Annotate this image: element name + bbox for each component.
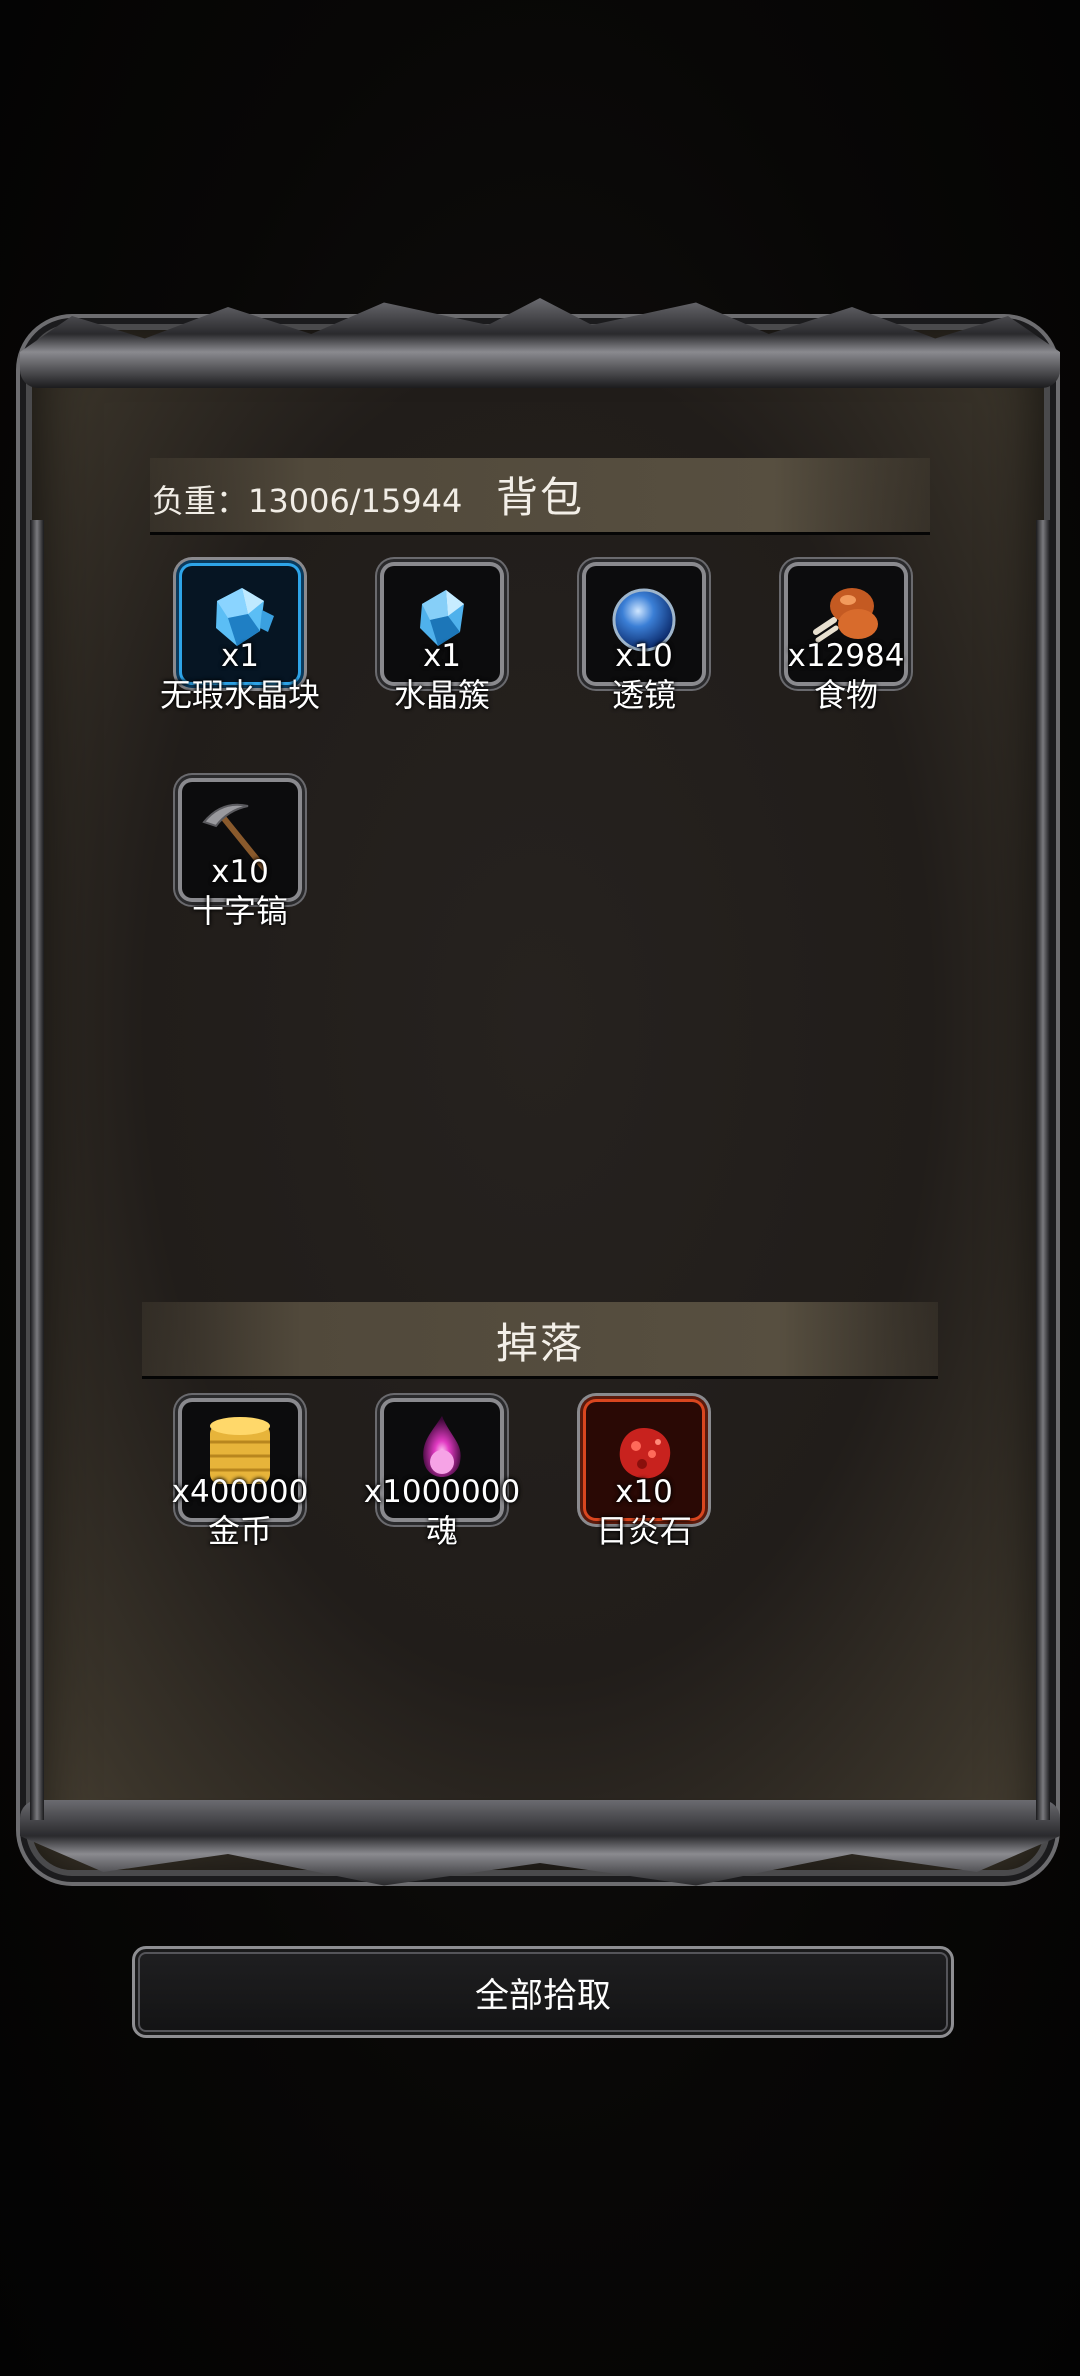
frame-left-edge xyxy=(30,520,44,1820)
item-name: 日炎石 xyxy=(595,1512,692,1550)
item-quantity: x1000000 xyxy=(363,1474,521,1510)
bag-item-crystal-cluster[interactable]: x1 水晶簇 xyxy=(334,566,534,716)
ornate-frame-top xyxy=(20,298,1060,388)
bag-item-flawless-crystal[interactable]: x1 无瑕水晶块 xyxy=(132,566,332,716)
item-slot: x400000 xyxy=(172,1402,308,1518)
item-quantity: x12984 xyxy=(787,638,905,674)
item-name: 魂 xyxy=(425,1512,458,1550)
item-slot: x1000000 xyxy=(364,1402,520,1518)
bag-item-food[interactable]: x12984 食物 xyxy=(738,566,938,716)
item-slot: x1 xyxy=(384,566,500,682)
item-slot: x1 xyxy=(182,566,298,682)
item-quantity: x1 xyxy=(422,638,462,674)
item-name: 食物 xyxy=(813,676,878,714)
item-name: 透镜 xyxy=(611,676,676,714)
pickup-all-button[interactable]: 全部拾取 xyxy=(132,1946,954,2038)
loot-screen: 负重：13006/15944 背包 x1 无瑕水晶块 x1 水晶簇 x10 透镜… xyxy=(0,0,1080,2376)
drop-item-soul[interactable]: x1000000 魂 xyxy=(334,1402,534,1552)
item-name: 十字镐 xyxy=(191,892,288,930)
drop-title: 掉落 xyxy=(496,1319,585,1368)
item-quantity: x10 xyxy=(211,854,269,890)
item-quantity: x10 xyxy=(615,638,673,674)
drop-item-sunfire-stone[interactable]: x10 日炎石 xyxy=(536,1402,736,1552)
item-slot: x10 xyxy=(182,782,298,898)
bag-title: 背包 xyxy=(496,473,585,522)
item-quantity: x400000 xyxy=(171,1474,309,1510)
item-name: 金币 xyxy=(207,1512,272,1550)
item-slot: x10 xyxy=(586,1402,702,1518)
bag-item-pickaxe[interactable]: x10 十字镐 xyxy=(132,782,332,932)
item-quantity: x10 xyxy=(615,1474,673,1510)
item-name: 无瑕水晶块 xyxy=(159,676,320,714)
item-slot: x10 xyxy=(586,566,702,682)
item-quantity: x1 xyxy=(220,638,260,674)
item-slot: x12984 xyxy=(788,566,904,682)
weight-label: 负重：13006/15944 xyxy=(152,482,463,520)
bag-item-lens[interactable]: x10 透镜 xyxy=(536,566,736,716)
frame-right-edge xyxy=(1036,520,1050,1820)
drop-item-gold[interactable]: x400000 金币 xyxy=(132,1402,332,1552)
item-name: 水晶簇 xyxy=(393,676,490,714)
inventory-panel xyxy=(32,330,1044,1870)
ornate-frame-bottom xyxy=(20,1800,1060,1886)
